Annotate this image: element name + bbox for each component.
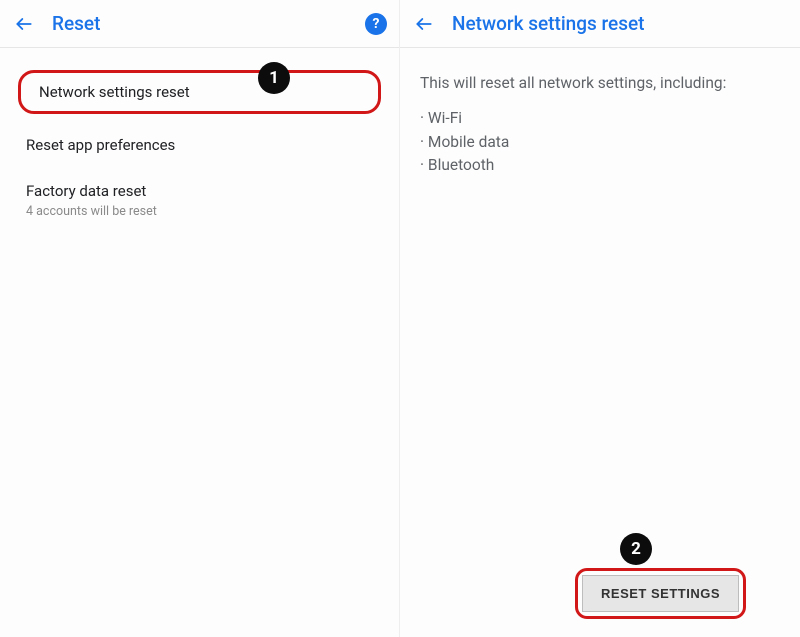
option-network-settings-reset[interactable]: Network settings reset bbox=[18, 70, 381, 114]
annotation-highlight: RESET SETTINGS bbox=[575, 568, 746, 619]
annotation-badge-1: 1 bbox=[258, 62, 290, 94]
help-icon[interactable]: ? bbox=[365, 13, 387, 35]
reset-settings-button[interactable]: RESET SETTINGS bbox=[582, 575, 739, 612]
appbar-left: Reset ? bbox=[0, 0, 399, 48]
appbar-right: Network settings reset bbox=[400, 0, 800, 48]
back-arrow-icon[interactable] bbox=[12, 12, 36, 36]
option-label: Network settings reset bbox=[39, 83, 360, 101]
option-factory-data-reset[interactable]: Factory data reset 4 accounts will be re… bbox=[0, 168, 399, 233]
option-reset-app-preferences[interactable]: Reset app preferences bbox=[0, 122, 399, 168]
reset-menu-pane: Reset ? Network settings reset Reset app… bbox=[0, 0, 400, 637]
reset-options-list: Network settings reset Reset app prefere… bbox=[0, 48, 399, 233]
page-title-left: Reset bbox=[52, 12, 100, 35]
page-title-right: Network settings reset bbox=[452, 12, 645, 35]
annotation-badge-2: 2 bbox=[620, 533, 652, 565]
option-sublabel: 4 accounts will be reset bbox=[26, 204, 373, 219]
description-block: This will reset all network settings, in… bbox=[400, 48, 800, 201]
footer-button-area: RESET SETTINGS bbox=[575, 568, 746, 619]
bullet-item: Bluetooth bbox=[420, 154, 780, 177]
bullet-item: Wi-Fi bbox=[420, 107, 780, 130]
bullet-item: Mobile data bbox=[420, 131, 780, 154]
option-label: Reset app preferences bbox=[26, 136, 373, 154]
option-label: Factory data reset bbox=[26, 182, 373, 200]
reset-bullets: Wi-Fi Mobile data Bluetooth bbox=[420, 107, 780, 177]
description-text: This will reset all network settings, in… bbox=[420, 72, 780, 95]
back-arrow-icon[interactable] bbox=[412, 12, 436, 36]
network-reset-pane: Network settings reset This will reset a… bbox=[400, 0, 800, 637]
